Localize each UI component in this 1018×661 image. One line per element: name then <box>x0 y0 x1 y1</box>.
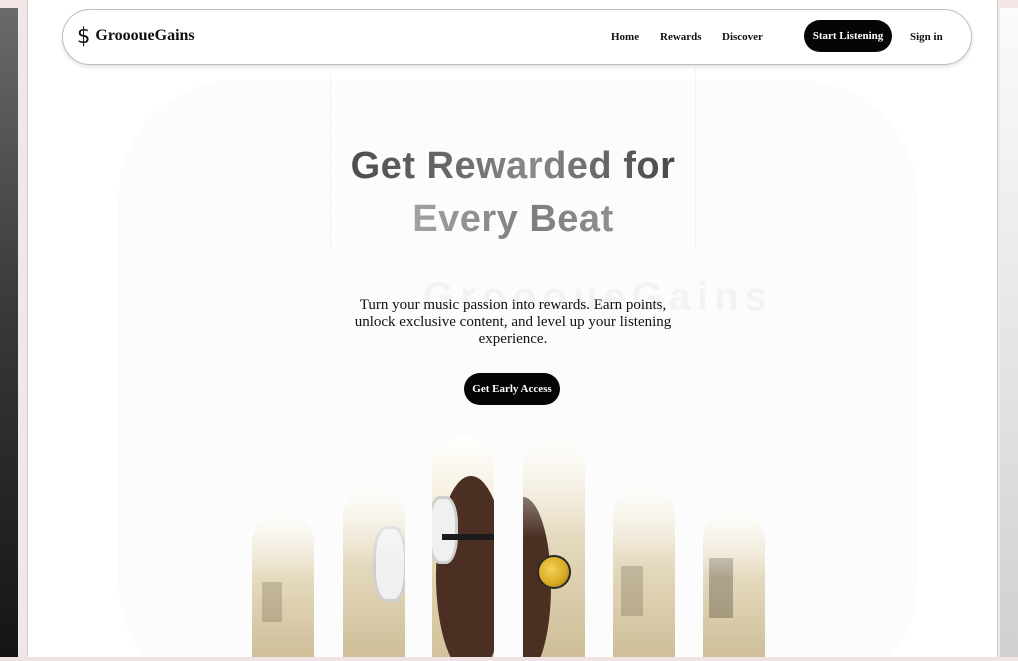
image-bar-4 <box>523 437 585 661</box>
page-frame: GroooueGains $ GroooueGains Home Rewards… <box>27 0 998 661</box>
right-background-strip <box>1000 8 1018 661</box>
sign-in-link[interactable]: Sign in <box>910 31 943 43</box>
left-background-strip <box>0 8 18 661</box>
image-bar-2 <box>343 486 405 661</box>
get-early-access-button[interactable]: Get Early Access <box>464 373 560 405</box>
image-bar-3 <box>432 436 494 661</box>
hero-subtitle: Turn your music passion into rewards. Ea… <box>354 297 672 347</box>
hero-title-line-2: Every Beat <box>328 193 698 246</box>
image-bar-6 <box>703 510 765 661</box>
nav-link-rewards[interactable]: Rewards <box>660 31 702 43</box>
hero-title: Get Rewarded for Every Beat <box>328 140 698 246</box>
image-bar-1 <box>252 512 314 661</box>
top-navbar: $ GroooueGains Home Rewards Discover Sta… <box>62 9 972 65</box>
nav-link-discover[interactable]: Discover <box>722 31 763 43</box>
image-bar-5 <box>613 486 675 661</box>
dollar-icon: $ <box>77 24 91 48</box>
start-listening-button[interactable]: Start Listening <box>804 20 892 52</box>
brand-logo[interactable]: $ GroooueGains <box>77 24 195 48</box>
nav-link-home[interactable]: Home <box>611 31 639 43</box>
brand-name: GroooueGains <box>95 27 195 44</box>
window-bottom-edge <box>0 657 1018 661</box>
hero-title-line-1: Get Rewarded for <box>328 140 698 193</box>
